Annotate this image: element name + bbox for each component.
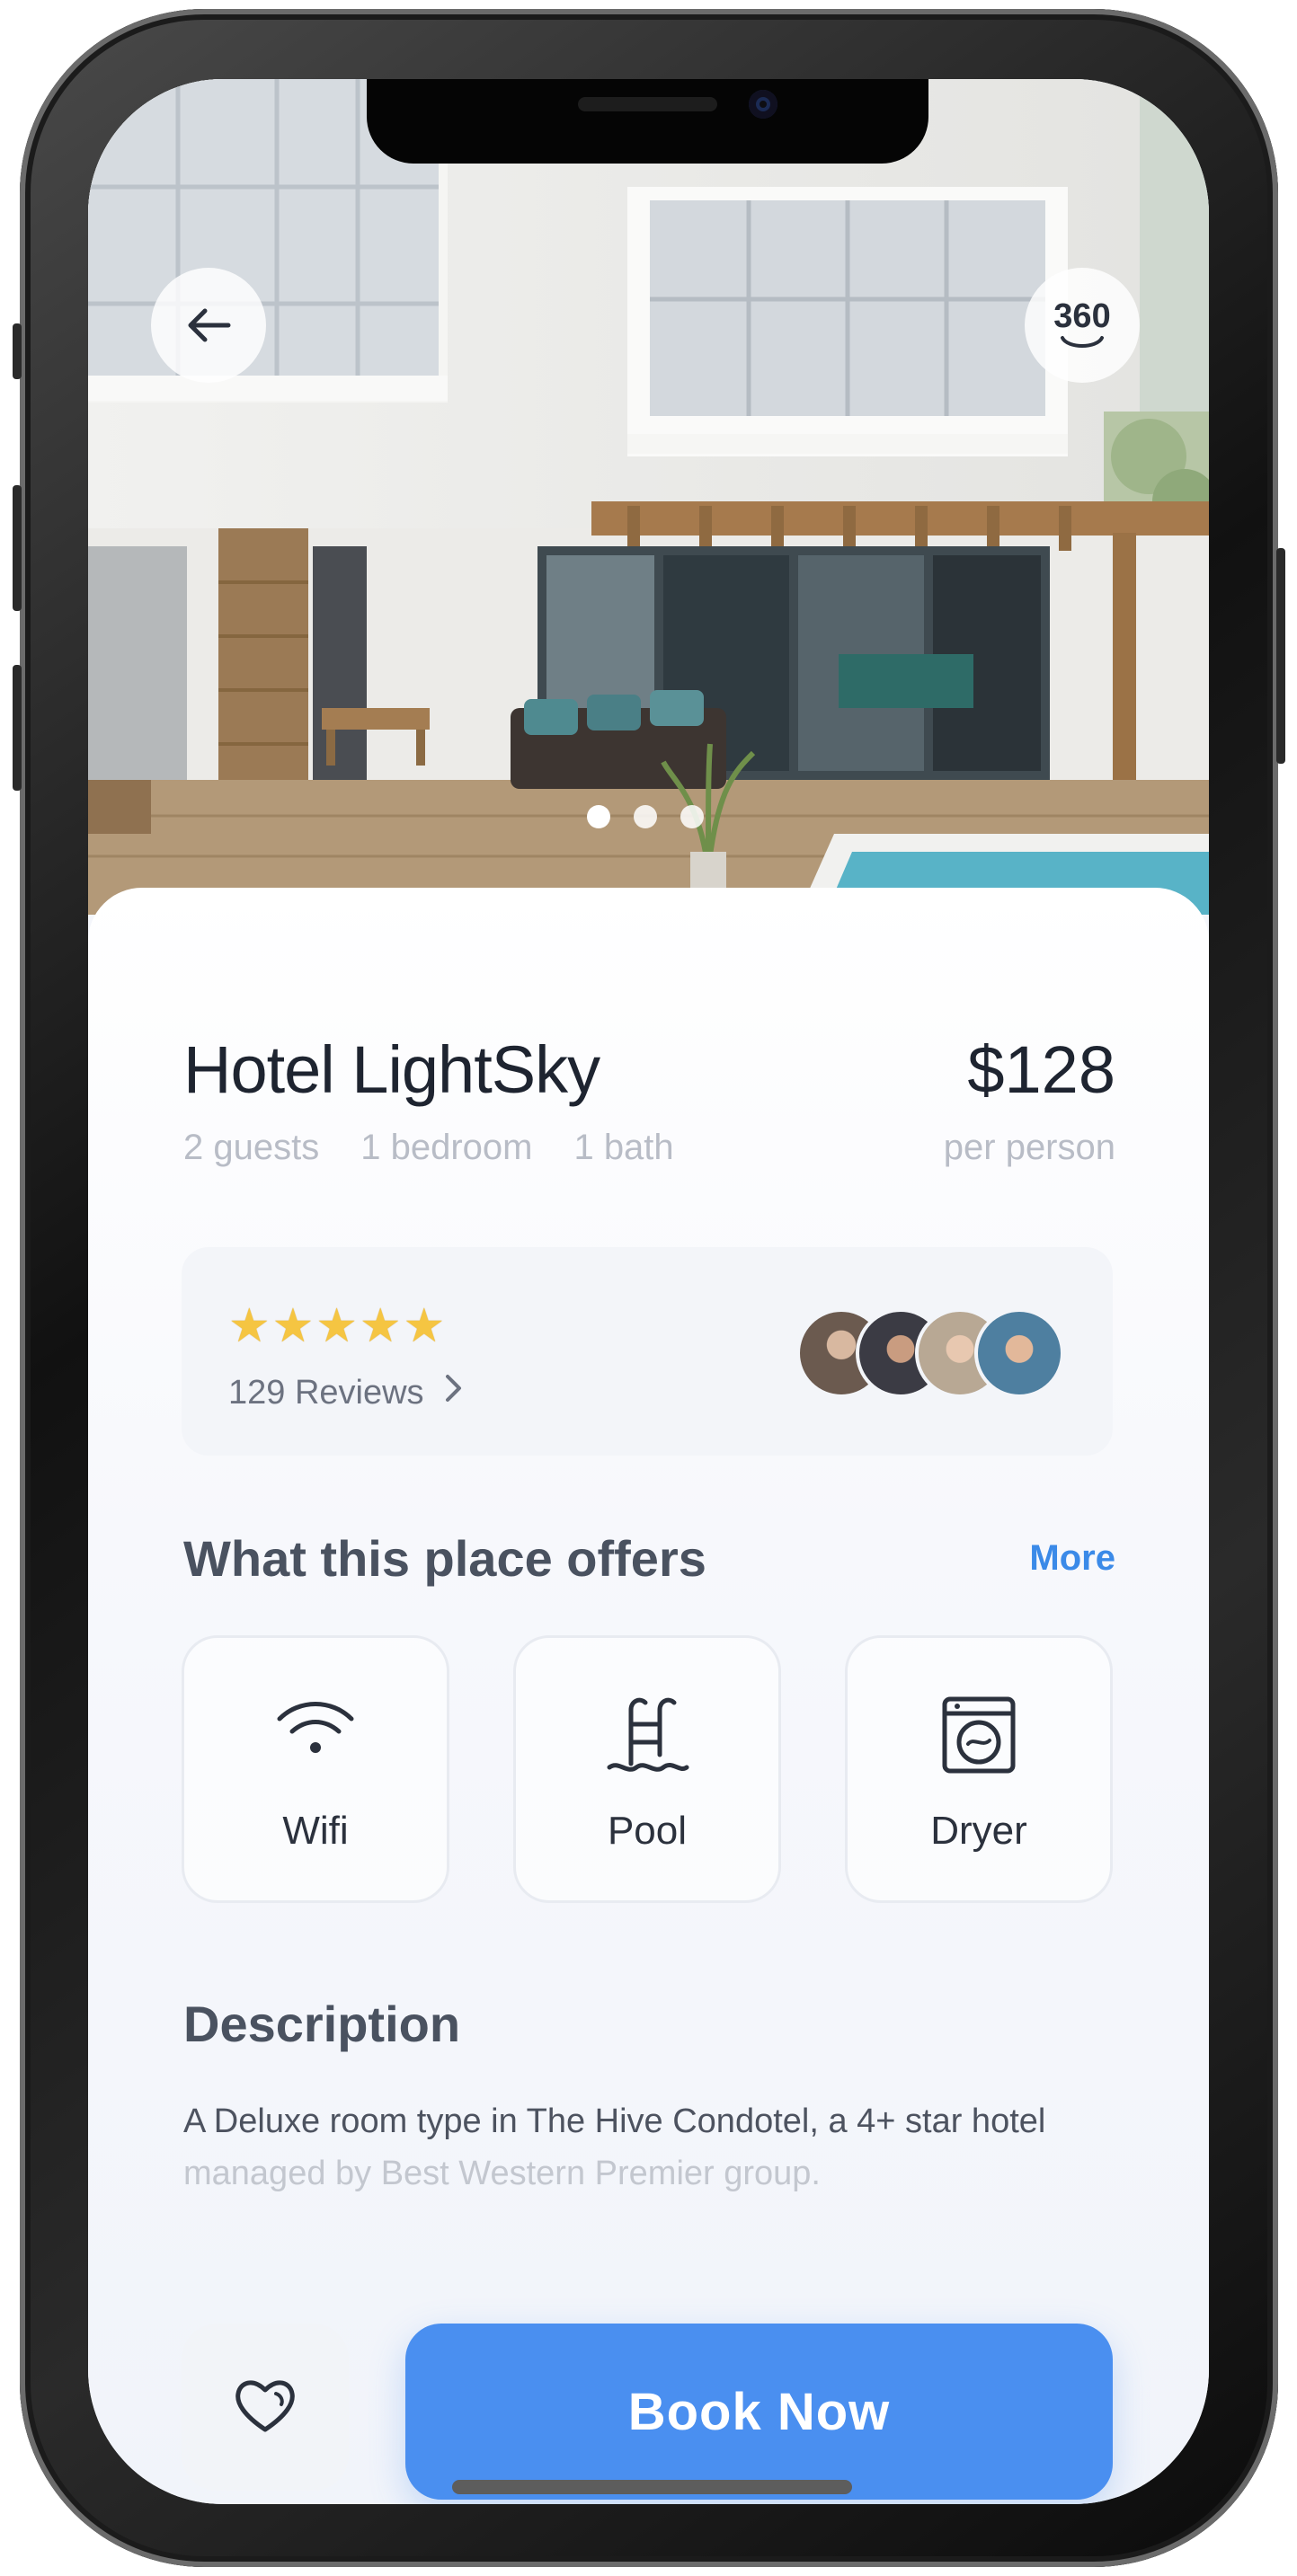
speaker — [578, 97, 717, 111]
carousel-dot[interactable] — [587, 805, 610, 828]
view-360-label: 360 — [1053, 297, 1111, 335]
reviews-link[interactable]: 129 Reviews — [228, 1373, 464, 1412]
pool-icon — [604, 1692, 690, 1786]
carousel-dot[interactable] — [634, 805, 657, 828]
carousel-indicator — [587, 805, 704, 828]
amenity-wifi[interactable]: Wifi — [182, 1635, 449, 1903]
hotel-photo[interactable]: 360 — [88, 79, 1209, 915]
heart-icon — [233, 2376, 298, 2439]
star-icon: ★ — [359, 1300, 402, 1352]
guests-detail: 2 guests — [183, 1128, 320, 1167]
favorite-button[interactable] — [182, 2324, 349, 2491]
power-button — [1276, 548, 1285, 764]
chevron-right-icon — [444, 1373, 464, 1412]
amenity-dryer[interactable]: Dryer — [845, 1635, 1113, 1903]
star-icon: ★ — [403, 1300, 446, 1352]
hotel-photo-illustration — [88, 79, 1209, 915]
star-rating: ★ ★ ★ ★ ★ — [228, 1303, 445, 1350]
home-indicator[interactable] — [452, 2480, 852, 2494]
wifi-icon — [272, 1692, 359, 1768]
avatar — [974, 1308, 1064, 1398]
view-360-button[interactable]: 360 — [1025, 268, 1140, 383]
reviews-count: 129 Reviews — [228, 1373, 424, 1412]
price: $128 — [967, 1032, 1115, 1107]
amenity-label: Wifi — [282, 1809, 349, 1853]
volume-down-button — [13, 665, 22, 791]
star-icon: ★ — [271, 1300, 315, 1352]
arrow-left-icon — [182, 298, 235, 352]
reviewer-avatars[interactable] — [796, 1308, 1066, 1398]
book-now-button[interactable]: Book Now — [405, 2324, 1113, 2500]
star-icon: ★ — [228, 1300, 271, 1352]
more-link[interactable]: More — [1029, 1538, 1115, 1579]
star-icon: ★ — [315, 1300, 358, 1352]
amenity-label: Pool — [607, 1809, 688, 1853]
reviews-card[interactable]: ★ ★ ★ ★ ★ 129 Reviews — [182, 1247, 1113, 1456]
amenity-pool[interactable]: Pool — [513, 1635, 781, 1903]
front-camera — [749, 90, 777, 119]
description-text: A Deluxe room type in The Hive Condotel,… — [183, 2102, 1046, 2140]
dryer-icon — [936, 1692, 1022, 1783]
description-text-faded: managed by Best Western Premier group. — [183, 2155, 821, 2192]
details-sheet: Hotel LightSky $128 2 guests 1 bedroom 1… — [88, 888, 1209, 2504]
price-unit: per person — [943, 1128, 1115, 1167]
bath-detail: 1 bath — [573, 1128, 674, 1167]
silent-switch — [13, 323, 22, 379]
volume-up-button — [13, 485, 22, 611]
bedroom-detail: 1 bedroom — [360, 1128, 533, 1167]
description-heading: Description — [183, 1996, 461, 2052]
listing-details: 2 guests 1 bedroom 1 bath — [183, 1128, 674, 1168]
carousel-dot[interactable] — [680, 805, 704, 828]
phone-screen: 360 Hotel LightSky $128 2 guests 1 bedro… — [88, 79, 1209, 2504]
rotate-360-icon: 360 — [1053, 297, 1111, 352]
back-button[interactable] — [151, 268, 266, 383]
amenities-heading: What this place offers — [183, 1530, 706, 1587]
amenity-label: Dryer — [930, 1809, 1027, 1853]
notch — [367, 79, 928, 164]
hotel-name: Hotel LightSky — [183, 1032, 600, 1107]
